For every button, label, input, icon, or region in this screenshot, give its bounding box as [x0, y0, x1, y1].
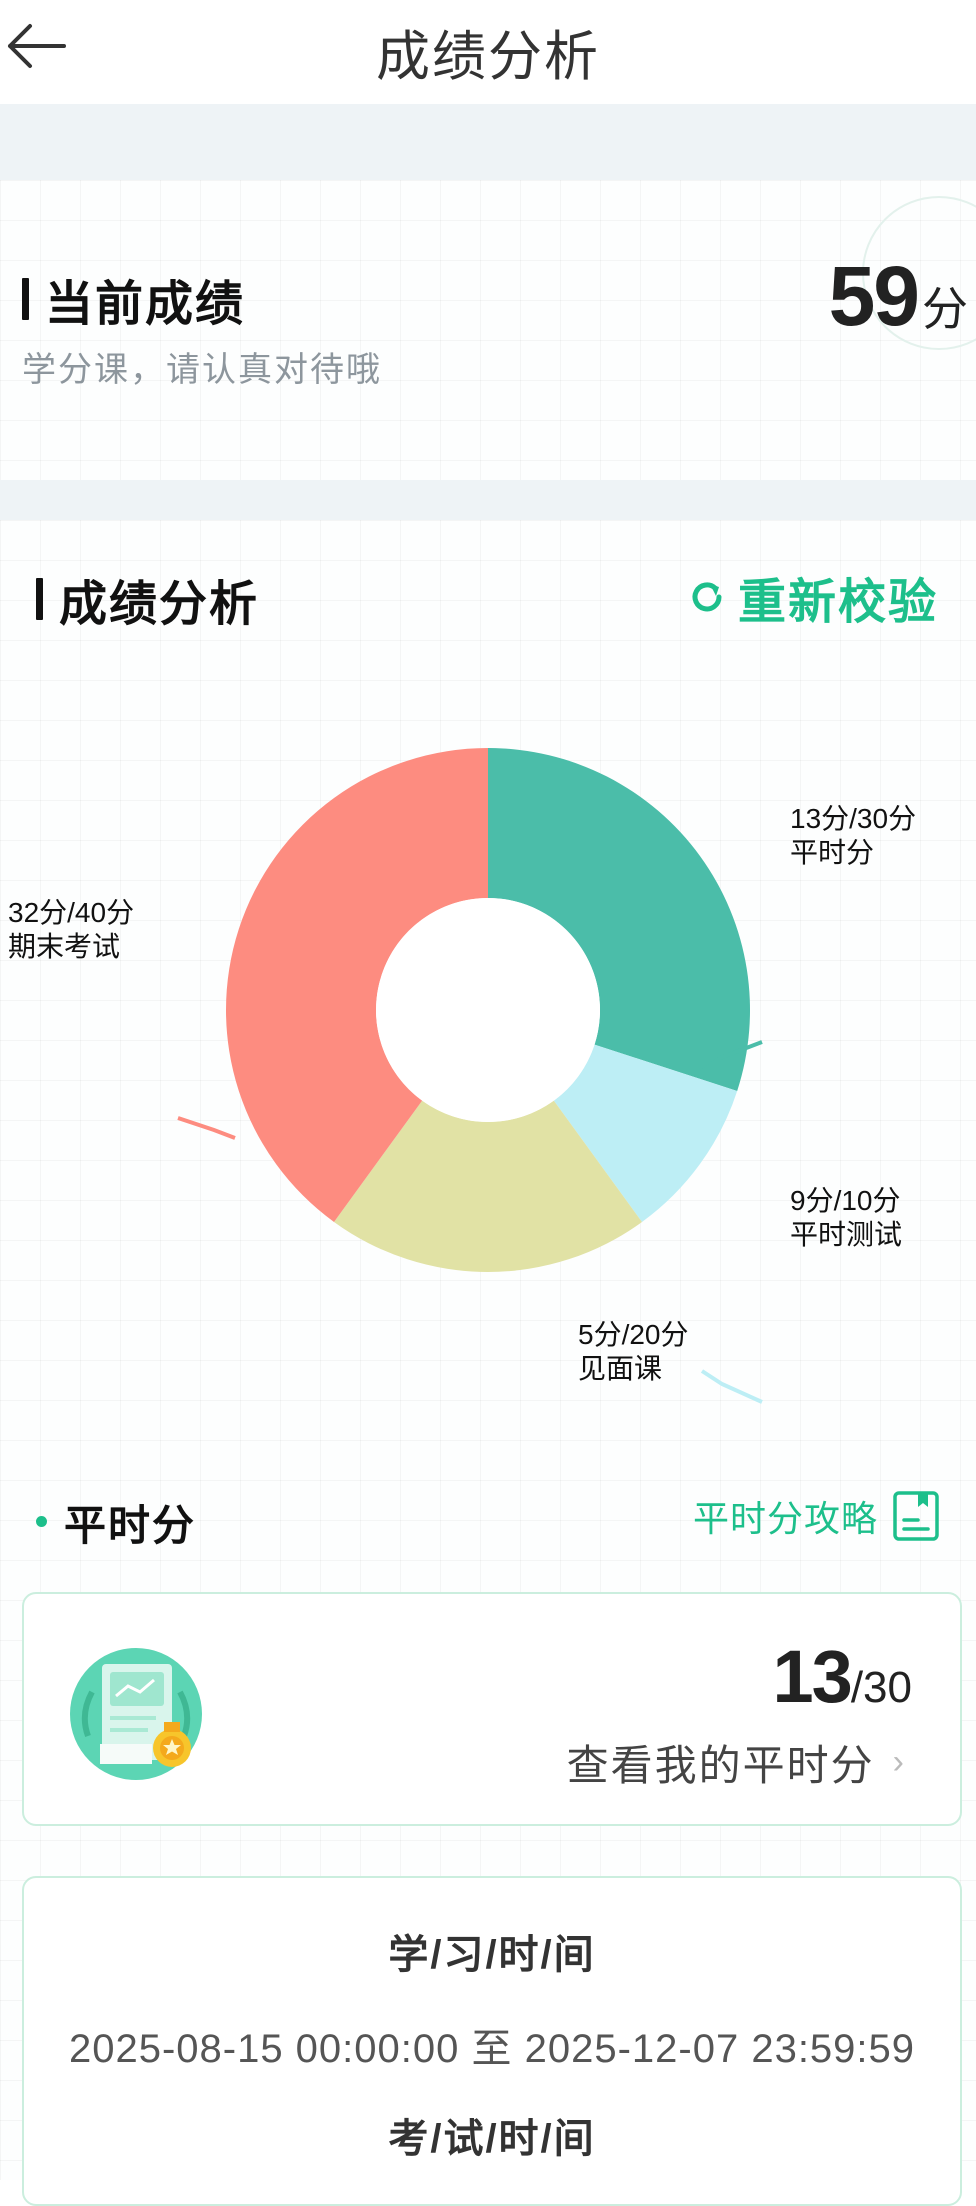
strategy-label: 平时分攻略: [692, 1498, 878, 1539]
study-time-range: 2025-08-15 00:00:00 至 2025-12-07 23:59:5…: [68, 2027, 916, 2071]
pie-label-score: 32分/40分: [8, 897, 135, 928]
pie-leader-line: [700, 1369, 763, 1404]
pie-label-score: 5分/20分: [578, 1319, 689, 1350]
pie-label-score: 13分/30分: [790, 803, 917, 834]
normal-score-value: 13 /30: [773, 1634, 912, 1719]
section-divider: [0, 480, 976, 520]
pie-label-quiz: 9分/10分 平时测试: [790, 1184, 902, 1252]
pie-label-final: 32分/40分 期末考试: [8, 896, 134, 964]
current-score-subtitle: 学分课，请认真对待哦: [22, 351, 382, 389]
analysis-title: 成绩分析: [59, 578, 260, 631]
certificate-badge-icon: [70, 1648, 202, 1780]
pie-label-score: 9分/10分: [790, 1185, 901, 1216]
normal-score-number: 13: [772, 1635, 853, 1718]
pie-label-meeting: 5分/20分 见面课: [578, 1318, 689, 1386]
view-normal-score-label: 查看我的平时分: [566, 1742, 875, 1789]
bullet-dot: [36, 1516, 47, 1527]
pie-label-name: 平时分: [790, 837, 875, 868]
view-normal-score-link[interactable]: 查看我的平时分 ›: [567, 1732, 906, 1793]
pie-label-normal: 13分/30分 平时分: [790, 802, 916, 870]
recheck-button[interactable]: 重新校验: [688, 562, 938, 632]
analysis-heading: 成绩分析: [36, 564, 259, 634]
pie-label-name: 平时测试: [790, 1219, 903, 1250]
study-time-label: 学/习/时/间: [388, 1933, 596, 1977]
donut-hole: [376, 898, 600, 1122]
current-score-card: 当前成绩 学分课，请认真对待哦 59 分: [0, 180, 976, 480]
page-title: 成绩分析: [376, 27, 600, 87]
score-unit: 分: [922, 283, 968, 335]
recheck-label: 重新校验: [737, 576, 938, 629]
section-divider: [0, 104, 976, 180]
exam-time-label: 考/试/时/间: [388, 2117, 596, 2161]
pie-label-name: 见面课: [578, 1353, 663, 1384]
normal-score-header: 平时分 平时分攻略: [0, 1490, 976, 1550]
chevron-right-icon: ›: [892, 1743, 906, 1781]
schedule-card: 学/习/时/间 2025-08-15 00:00:00 至 2025-12-07…: [22, 1876, 962, 2206]
refresh-icon: [692, 582, 722, 612]
top-bar: 成绩分析: [0, 0, 976, 104]
current-score-value: 59 分: [829, 248, 968, 345]
pie-label-name: 期末考试: [8, 931, 121, 962]
heading-bar: [36, 578, 43, 620]
pie-leader-line: [177, 1116, 236, 1140]
heading-bar: [22, 278, 29, 320]
current-score-title: 当前成绩: [45, 278, 246, 331]
score-number: 59: [828, 249, 920, 343]
normal-score-title: 平时分: [64, 1502, 197, 1549]
normal-score-strategy-link[interactable]: 平时分攻略: [693, 1490, 940, 1542]
guide-book-icon: [893, 1491, 939, 1541]
current-score-heading: 当前成绩: [22, 264, 245, 334]
normal-score-card[interactable]: 13 /30 查看我的平时分 ›: [22, 1592, 962, 1826]
normal-score-total: /30: [850, 1663, 912, 1712]
